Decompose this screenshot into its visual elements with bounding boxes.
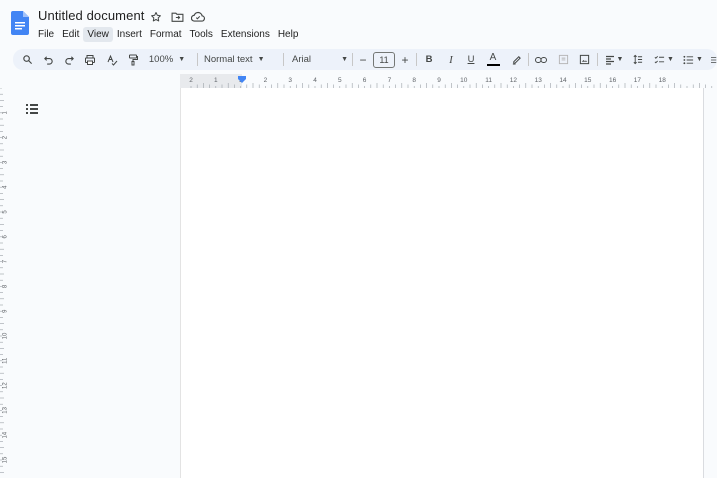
- toolbar-divider: [283, 53, 284, 66]
- ruler-label: 8: [412, 77, 416, 84]
- ruler-label: 6: [3, 234, 9, 238]
- ruler-label: 5: [3, 210, 9, 214]
- ruler-label: 9: [3, 309, 9, 313]
- text-color-swatch: [486, 64, 500, 66]
- ruler-label: 10: [460, 77, 468, 84]
- zoom-value: 100%: [148, 54, 174, 65]
- ruler-label: 17: [634, 77, 642, 84]
- ruler-label: 5: [338, 77, 342, 84]
- font-size-input[interactable]: 11: [373, 52, 395, 68]
- chevron-down-icon: ▼: [341, 56, 348, 63]
- ruler-label: 2: [3, 135, 9, 139]
- menu-extensions[interactable]: Extensions: [217, 27, 274, 42]
- menu-bar: File Edit View Insert Format Tools Exten…: [38, 27, 302, 42]
- cloud-status-icon[interactable]: [190, 9, 206, 25]
- ruler-label: 14: [559, 77, 567, 84]
- zoom-select[interactable]: 100% ▼: [146, 49, 188, 70]
- ruler-label: 4: [313, 77, 317, 84]
- undo-icon[interactable]: [40, 49, 56, 70]
- paint-format-icon[interactable]: [125, 49, 141, 70]
- vertical-ruler[interactable]: 123456789101112131415: [0, 88, 10, 474]
- font-select[interactable]: Arial ▼: [292, 49, 348, 70]
- ruler-label: 11: [485, 77, 492, 84]
- ruler-label: 3: [288, 77, 292, 84]
- ruler-label: 13: [535, 77, 543, 84]
- menu-format[interactable]: Format: [146, 27, 186, 42]
- decrease-font-size-button[interactable]: −: [356, 49, 370, 70]
- bulleted-list-icon[interactable]: ▼: [680, 49, 706, 70]
- spellcheck-icon[interactable]: [104, 49, 120, 70]
- ruler-label: 7: [388, 77, 392, 84]
- ruler-label: 14: [3, 431, 9, 438]
- ruler-label: 11: [3, 357, 9, 364]
- redo-icon[interactable]: [61, 49, 77, 70]
- document-page[interactable]: [180, 88, 704, 478]
- toolbar-divider: [597, 53, 598, 66]
- outline-icon[interactable]: [24, 101, 40, 117]
- ruler-label: 13: [3, 406, 9, 413]
- font-value: Arial: [292, 54, 312, 65]
- image-icon[interactable]: [576, 49, 592, 70]
- ruler-label: 2: [189, 77, 193, 84]
- toolbar-divider: [197, 53, 198, 66]
- menu-view[interactable]: View: [83, 27, 113, 42]
- ruler-label: 15: [584, 77, 592, 84]
- ruler-label: 4: [3, 185, 9, 189]
- ruler-label: 6: [363, 77, 367, 84]
- style-select[interactable]: Normal text ▼: [204, 49, 276, 70]
- style-value: Normal text: [204, 54, 253, 65]
- star-icon[interactable]: [148, 9, 164, 25]
- ruler-label: 1: [214, 77, 218, 84]
- ruler-label: 2: [264, 77, 268, 84]
- ruler-label: 12: [3, 382, 9, 389]
- chevron-down-icon: ▼: [257, 56, 265, 63]
- move-folder-icon[interactable]: [169, 9, 185, 25]
- numbered-list-icon[interactable]: [708, 49, 717, 70]
- underline-button[interactable]: U: [463, 49, 479, 70]
- comment-icon[interactable]: [555, 49, 571, 70]
- bold-button[interactable]: B: [421, 49, 437, 70]
- print-icon[interactable]: [82, 49, 98, 70]
- menu-tools[interactable]: Tools: [186, 27, 217, 42]
- link-icon[interactable]: [533, 49, 549, 70]
- toolbar-divider: [416, 53, 417, 66]
- ruler-label: 10: [3, 332, 9, 339]
- ruler-label: 18: [659, 77, 667, 84]
- increase-font-size-button[interactable]: +: [398, 49, 412, 70]
- chevron-down-icon: ▼: [696, 56, 703, 63]
- ruler-label: 15: [3, 456, 9, 463]
- document-title[interactable]: Untitled document: [38, 8, 144, 23]
- line-spacing-icon[interactable]: [629, 49, 645, 70]
- toolbar-divider: [352, 53, 353, 66]
- menu-insert[interactable]: Insert: [113, 27, 146, 42]
- ruler-label: 12: [510, 77, 518, 84]
- highlight-icon[interactable]: [508, 49, 524, 70]
- italic-button[interactable]: I: [443, 49, 459, 70]
- chevron-down-icon: ▼: [178, 56, 186, 63]
- docs-logo-icon[interactable]: [11, 11, 29, 35]
- checklist-icon[interactable]: ▼: [651, 49, 677, 70]
- text-color-button[interactable]: A: [484, 49, 502, 70]
- align-icon[interactable]: ▼: [601, 49, 627, 70]
- menu-file[interactable]: File: [38, 27, 58, 42]
- toolbar-divider: [528, 53, 529, 66]
- menu-edit[interactable]: Edit: [58, 27, 83, 42]
- ruler-label: 7: [3, 259, 9, 263]
- ruler-label: 3: [3, 160, 9, 164]
- ruler-label: 16: [609, 77, 617, 84]
- ruler-label: 9: [437, 77, 441, 84]
- ruler-label: 1: [3, 110, 9, 114]
- horizontal-ruler[interactable]: 21123456789101112131415161718: [180, 74, 717, 88]
- menu-help[interactable]: Help: [274, 27, 303, 42]
- text-color-label: A: [489, 52, 497, 63]
- search-icon[interactable]: [19, 49, 35, 70]
- chevron-down-icon: ▼: [667, 56, 674, 63]
- ruler-label: 8: [3, 284, 9, 288]
- chevron-down-icon: ▼: [616, 56, 624, 63]
